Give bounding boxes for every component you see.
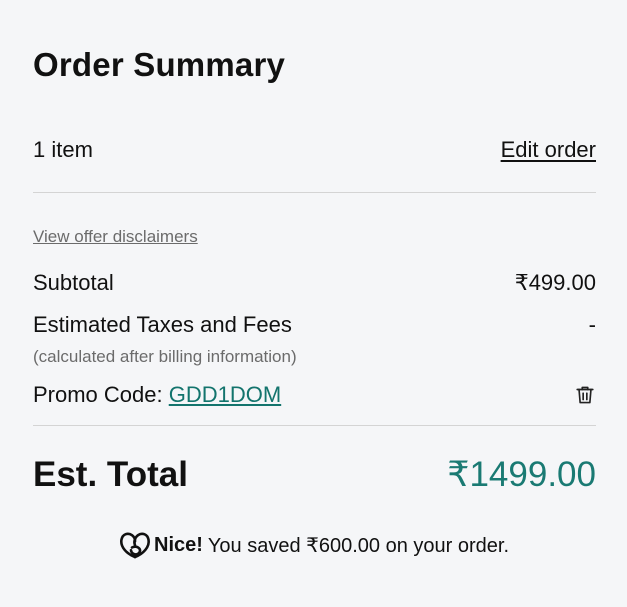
divider bbox=[33, 425, 596, 426]
godaddy-logo-icon bbox=[120, 532, 150, 559]
items-row: 1 item Edit order bbox=[33, 137, 596, 163]
remove-promo-button[interactable] bbox=[572, 382, 598, 408]
savings-message: Nice! You saved ₹600.00 on your order. bbox=[0, 530, 627, 560]
order-summary-panel: Order Summary 1 item Edit order View off… bbox=[0, 0, 627, 607]
item-count: 1 item bbox=[33, 137, 93, 162]
subtotal-value: ₹499.00 bbox=[514, 270, 596, 295]
promo-row: Promo Code: GDD1DOM bbox=[33, 382, 596, 408]
savings-strong: Nice! bbox=[154, 533, 203, 556]
taxes-value: - bbox=[588, 312, 596, 337]
total-row: Est. Total ₹1499.00 bbox=[33, 455, 596, 495]
total-label: Est. Total bbox=[33, 455, 188, 494]
subtotal-label: Subtotal bbox=[33, 270, 114, 295]
subtotal-row: Subtotal ₹499.00 bbox=[33, 270, 596, 296]
promo-text: Promo Code: GDD1DOM bbox=[33, 382, 281, 408]
edit-order-link[interactable]: Edit order bbox=[501, 137, 596, 163]
trash-icon bbox=[576, 386, 594, 404]
page-title: Order Summary bbox=[33, 46, 286, 83]
taxes-note: (calculated after billing information) bbox=[33, 347, 297, 366]
savings-text: You saved ₹600.00 on your order. bbox=[207, 534, 509, 557]
taxes-row: Estimated Taxes and Fees - bbox=[33, 312, 596, 338]
taxes-label: Estimated Taxes and Fees bbox=[33, 312, 292, 337]
divider bbox=[33, 192, 596, 193]
promo-code-link[interactable]: GDD1DOM bbox=[169, 382, 281, 407]
total-value: ₹1499.00 bbox=[447, 455, 596, 494]
view-offer-disclaimers-link[interactable]: View offer disclaimers bbox=[33, 227, 198, 247]
promo-label: Promo Code: bbox=[33, 382, 169, 407]
